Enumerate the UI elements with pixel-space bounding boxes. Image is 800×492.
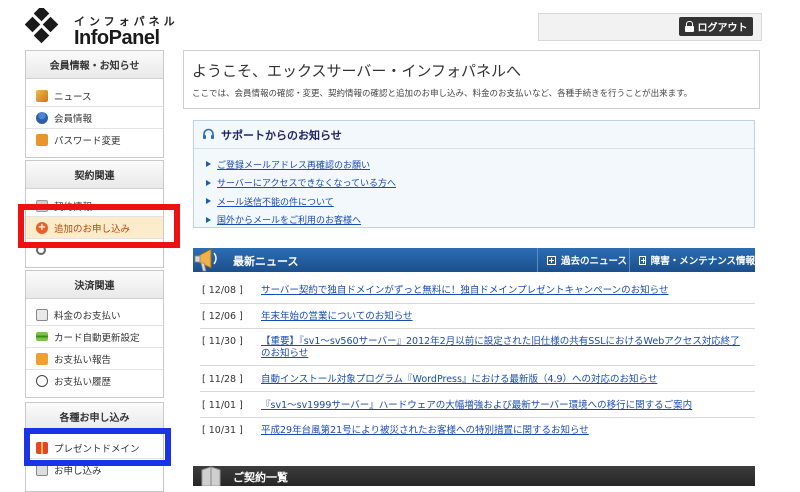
sidebar-item-label: 会員情報 (54, 113, 93, 125)
sidebar-item-label: お支払い履歴 (54, 377, 112, 388)
speech-bubble-icon (36, 352, 48, 365)
support-link[interactable]: メール送信不能の件について (217, 195, 334, 208)
invoice-icon (36, 308, 48, 321)
contract-list-header: ご契約一覧 (193, 466, 755, 486)
past-news-button[interactable]: 過去のニュース (537, 248, 629, 272)
news-row: [ 11/28 ] 自動インストール対象プログラム『WordPress』における… (200, 366, 755, 392)
blue-highlight-box (24, 428, 171, 466)
support-link[interactable]: ご登録メールアドレス再確認のお願い (217, 158, 370, 171)
sidebar-item-label: カード自動更新設定 (54, 332, 140, 344)
lock-icon (684, 21, 694, 32)
past-news-label: 過去のニュース (561, 256, 628, 267)
welcome-panel: ようこそ、エックスサーバー・インフォパネルへ ここでは、会員情報の確認・変更、契… (183, 50, 760, 109)
sidebar-item-card-renewal[interactable]: カード自動更新設定 (26, 326, 163, 348)
news-date: [ 11/01 ] (202, 400, 243, 411)
maintenance-info-button[interactable]: 障害・メンテナンス情報 (629, 248, 755, 272)
news-title: 最新ニュース (233, 255, 299, 268)
support-link[interactable]: サーバーにアクセスできなくなっている方へ (217, 176, 396, 189)
logo-name: InfoPanel (74, 27, 160, 49)
news-date: [ 11/28 ] (202, 374, 243, 385)
news-link[interactable]: 自動インストール対象プログラム『WordPress』における最新版（4.9）への… (261, 374, 657, 391)
infopanel-logo[interactable]: インフォパネル InfoPanel (24, 8, 184, 49)
bag-lock-icon (36, 134, 48, 146)
support-item[interactable]: メール送信不能の件について (206, 192, 754, 211)
user-icon (36, 111, 48, 124)
news-row: [ 12/06 ] 年末年始の営業についてのお知らせ (200, 304, 755, 329)
support-title: サポートからのお知らせ (221, 128, 342, 142)
sidebar-item-pay-fee[interactable]: 料金のお支払い (26, 304, 163, 326)
news-row: [ 11/01 ] 『sv1～sv1999サーバー』ハードウェアの大幅増強および… (200, 392, 755, 418)
news-link[interactable]: 年末年始の営業についてのお知らせ (261, 311, 413, 328)
support-link[interactable]: 国外からメールをご利用のお客様へ (217, 213, 361, 226)
sidebar-payment-section: 決済関連 料金のお支払い カード自動更新設定 お支払い報告 お支払い履歴 (25, 270, 164, 398)
contract-book-icon (201, 466, 221, 486)
sidebar-member-title: 会員情報・お知らせ (26, 51, 163, 79)
red-highlight-box (18, 204, 180, 248)
sidebar-member-section: 会員情報・お知らせ ニュース 会員情報 パスワード変更 (25, 50, 164, 158)
news-list: [ 12/08 ] サーバー契約で独自ドメインがずっと無料に！独自ドメインプレゼ… (200, 279, 755, 443)
news-header-bar: 最新ニュース 過去のニュース 障害・メンテナンス情報 (193, 248, 755, 272)
triangle-bullet-icon (206, 161, 211, 168)
support-item[interactable]: 国外からメールをご利用のお客様へ (206, 211, 754, 230)
credit-card-icon (36, 332, 48, 341)
sidebar-item-label: パスワード変更 (54, 136, 121, 147)
support-item[interactable]: サーバーにアクセスできなくなっている方へ (206, 174, 754, 193)
triangle-bullet-icon (206, 179, 211, 186)
sidebar-item-label: お支払い報告 (54, 354, 112, 366)
triangle-bullet-icon (206, 216, 211, 223)
sidebar-item-password[interactable]: パスワード変更 (26, 129, 163, 151)
support-header: サポートからのお知らせ (194, 121, 754, 149)
support-notice-panel: サポートからのお知らせ ご登録メールアドレス再確認のお願い サーバーにアクセスで… (193, 120, 755, 228)
plus-square-icon (547, 255, 556, 265)
news-row: [ 12/08 ] サーバー契約で独自ドメインがずっと無料に！独自ドメインプレゼ… (200, 279, 755, 304)
logo-diamond-icon (24, 8, 59, 44)
news-date: [ 12/06 ] (202, 311, 243, 322)
news-row: [ 11/30 ] 【重要】『sv1～sv560サーバー』2012年2月以前に設… (200, 329, 755, 366)
sidebar-payment-title: 決済関連 (26, 271, 163, 299)
sidebar-item-label: 料金のお支払い (54, 310, 121, 322)
welcome-description: ここでは、会員情報の確認・変更、契約情報の確認と追加のお申し込み、料金のお支払い… (192, 89, 693, 99)
logout-button[interactable]: ログアウト (679, 17, 753, 36)
news-link[interactable]: 『sv1～sv1999サーバー』ハードウェアの大幅増強および最新サーバー環境への… (261, 400, 692, 417)
support-item[interactable]: ご登録メールアドレス再確認のお願い (206, 155, 754, 174)
welcome-title: ようこそ、エックスサーバー・インフォパネルへ (192, 62, 521, 80)
news-link[interactable]: サーバー契約で独自ドメインがずっと無料に！独自ドメインプレゼントキャンペーンのお… (261, 285, 668, 303)
contract-list-title: ご契約一覧 (233, 471, 288, 484)
sidebar-item-payment-history[interactable]: お支払い履歴 (26, 370, 163, 392)
news-date: [ 12/08 ] (202, 285, 243, 296)
megaphone-icon (36, 89, 48, 102)
plus-square-icon (639, 255, 646, 265)
maintenance-label: 障害・メンテナンス情報 (650, 256, 755, 267)
news-link[interactable]: 平成29年台風第21号により被災されたお客様への特別措置に関するお知らせ (261, 425, 589, 443)
sidebar-item-news[interactable]: ニュース (26, 85, 163, 107)
megaphone-icon (194, 248, 217, 272)
headset-icon (203, 128, 214, 139)
sidebar-item-label: ニュース (54, 91, 92, 103)
sidebar-contract-title: 契約関連 (26, 161, 163, 189)
sidebar-item-payment-report[interactable]: お支払い報告 (26, 348, 163, 370)
news-row: [ 10/31 ] 平成29年台風第21号により被災されたお客様への特別措置に関… (200, 418, 755, 443)
sidebar-applications-title: 各種お申し込み (26, 403, 163, 431)
sidebar-item-member-info[interactable]: 会員情報 (26, 107, 163, 129)
triangle-bullet-icon (206, 198, 211, 205)
logout-label: ログアウト (697, 23, 748, 34)
clock-icon (36, 375, 48, 387)
news-date: [ 11/30 ] (202, 336, 243, 347)
news-link[interactable]: 【重要】『sv1～sv560サーバー』2012年2月以前に設定された旧仕様の共有… (261, 336, 743, 365)
news-date: [ 10/31 ] (202, 425, 243, 436)
